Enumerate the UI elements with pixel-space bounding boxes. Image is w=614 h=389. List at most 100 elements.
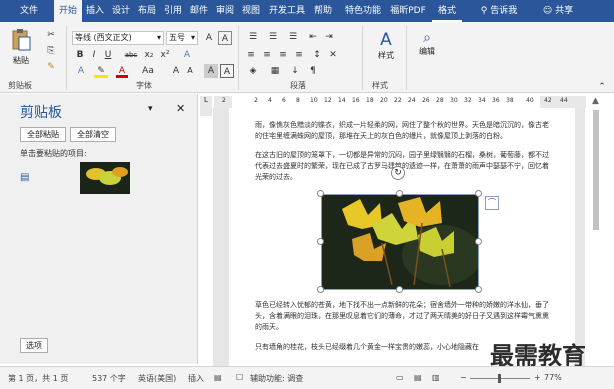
tab-home[interactable]: 开始 <box>54 0 82 22</box>
macro-icon[interactable]: ▤ <box>214 373 222 382</box>
strikethrough-button[interactable]: abc <box>122 48 140 62</box>
insert-mode[interactable]: 插入 <box>188 373 204 384</box>
italic-button[interactable]: I <box>88 48 100 62</box>
web-layout-icon[interactable]: ▥ <box>432 373 440 382</box>
clear-all-button[interactable]: 全部清空 <box>70 127 116 142</box>
align-right-icon[interactable]: ≡ <box>276 48 290 62</box>
resize-handle[interactable] <box>396 286 403 293</box>
close-icon[interactable]: ✕ <box>176 102 185 115</box>
tab-developer[interactable]: 开发工具 <box>266 0 308 22</box>
numbering-icon[interactable]: ☰ <box>264 30 282 44</box>
tab-help[interactable]: 帮助 <box>310 0 336 22</box>
rotate-handle-icon[interactable]: ↻ <box>391 166 405 180</box>
chinese-layout-icon[interactable]: ✕ <box>326 48 340 62</box>
clear-format-icon[interactable]: A <box>218 31 232 45</box>
increase-indent-icon[interactable]: ⇥ <box>322 30 336 44</box>
paste-button[interactable]: 粘贴 <box>6 28 36 74</box>
scroll-up-icon[interactable]: ▲ <box>592 96 599 106</box>
document-page[interactable]: 雨，像憔灰色黯淡的蝶衣，织成一片轻柔的网，网住了整个秋的世界。天色是暗沉沉的，像… <box>229 108 575 366</box>
paste-label: 粘贴 <box>13 56 29 65</box>
format-painter-icon[interactable]: ✎ <box>44 60 58 74</box>
zoom-slider-thumb[interactable] <box>498 374 501 383</box>
tab-references[interactable]: 引用 <box>160 0 186 22</box>
tab-foxit-pdf[interactable]: 福昕PDF <box>388 0 428 22</box>
cut-icon[interactable]: ✂ <box>44 28 58 42</box>
grow-font-icon[interactable]: A <box>202 31 216 45</box>
tab-special[interactable]: 特色功能 <box>340 0 386 22</box>
read-mode-icon[interactable]: ▭ <box>396 373 404 382</box>
zoom-out-icon[interactable]: − <box>460 373 467 382</box>
layout-options-icon[interactable]: ⌒ <box>485 196 499 210</box>
borders-icon[interactable]: ▦ <box>266 64 284 78</box>
tab-insert[interactable]: 插入 <box>82 0 108 22</box>
bold-button[interactable]: B <box>74 48 86 62</box>
sort-icon[interactable]: ↓ <box>288 64 302 78</box>
text-effects-icon[interactable]: A <box>180 48 194 62</box>
bullets-icon[interactable]: ☰ <box>244 30 262 44</box>
superscript-button[interactable]: x² <box>158 48 172 62</box>
maple-leaf-photo <box>322 195 482 289</box>
share-label: 共享 <box>555 6 574 16</box>
underline-button[interactable]: U <box>102 48 114 62</box>
tab-review[interactable]: 审阅 <box>212 0 238 22</box>
copy-icon[interactable]: ⎘ <box>44 44 58 58</box>
font-color-icon[interactable]: A <box>116 64 128 78</box>
highlight-icon[interactable]: ✎ <box>94 64 108 78</box>
resize-handle[interactable] <box>396 190 403 197</box>
decrease-indent-icon[interactable]: ⇤ <box>306 30 320 44</box>
tell-me-search[interactable]: ⚲ 告诉我 <box>474 0 524 22</box>
char-shading-icon[interactable]: A <box>204 64 218 78</box>
resize-handle[interactable] <box>475 238 482 245</box>
paste-all-button[interactable]: 全部粘贴 <box>20 127 66 142</box>
word-count[interactable]: 537 个字 <box>92 373 126 384</box>
tab-view[interactable]: 视图 <box>238 0 264 22</box>
tab-mailings[interactable]: 邮件 <box>186 0 212 22</box>
clipboard-item-image[interactable] <box>80 162 130 194</box>
language[interactable]: 英语(美国) <box>138 373 176 384</box>
zoom-in-icon[interactable]: + <box>534 373 541 382</box>
shading-icon[interactable]: ◈ <box>244 64 262 78</box>
grow-font-button[interactable]: A <box>170 64 182 78</box>
align-center-icon[interactable]: ≡ <box>260 48 274 62</box>
share-button[interactable]: ☺ 共享 <box>538 0 578 22</box>
tab-file[interactable]: 文件 <box>14 0 44 22</box>
page-count[interactable]: 第 1 页，共 1 页 <box>8 373 68 384</box>
shrink-font-button[interactable]: A <box>184 64 196 78</box>
tab-design[interactable]: 设计 <box>108 0 134 22</box>
print-layout-icon[interactable]: ▤ <box>414 373 422 382</box>
tab-selector[interactable]: L <box>200 96 212 108</box>
editing-button[interactable]: ⌕ 编辑 <box>414 30 440 74</box>
pane-options-chevron-icon[interactable]: ▾ <box>148 104 153 114</box>
accessibility-icon: ☐ <box>236 373 244 382</box>
char-border-icon[interactable]: A <box>220 64 234 78</box>
text-effects-icon[interactable]: A <box>74 64 88 78</box>
pane-hint: 单击要粘贴的项目: <box>20 149 87 158</box>
align-left-icon[interactable]: ≡ <box>244 48 258 62</box>
font-name-combo[interactable]: 等线 (西文正文) ▾ <box>72 31 164 45</box>
font-size-combo[interactable]: 五号 ▾ <box>166 31 198 45</box>
ruler-tick: 20 <box>380 97 388 104</box>
accessibility-status[interactable]: 辅助功能: 调查 <box>250 373 303 384</box>
collapse-ribbon-icon[interactable]: ⌃ <box>596 80 608 94</box>
resize-handle[interactable] <box>317 238 324 245</box>
group-font-label: 字体 <box>136 81 152 90</box>
selected-leaf-image[interactable] <box>321 194 482 290</box>
vertical-scrollbar-thumb[interactable] <box>593 110 599 230</box>
change-case-button[interactable]: Aa <box>140 64 156 78</box>
styles-button[interactable]: A 样式 <box>372 30 400 74</box>
line-spacing-icon[interactable]: ↕ <box>310 48 324 62</box>
vertical-ruler <box>200 108 212 366</box>
resize-handle[interactable] <box>317 286 324 293</box>
resize-handle[interactable] <box>475 190 482 197</box>
tab-layout[interactable]: 布局 <box>134 0 160 22</box>
clipboard-item-icon: ▤ <box>20 172 30 183</box>
justify-icon[interactable]: ≡ <box>292 48 306 62</box>
zoom-level[interactable]: 77% <box>544 373 562 382</box>
show-marks-icon[interactable]: ¶ <box>306 64 320 78</box>
resize-handle[interactable] <box>475 286 482 293</box>
options-button[interactable]: 选项 <box>20 338 48 353</box>
tab-format[interactable]: 格式 <box>432 0 462 22</box>
multilevel-list-icon[interactable]: ☰ <box>284 30 302 44</box>
subscript-button[interactable]: x₂ <box>142 48 156 62</box>
resize-handle[interactable] <box>317 190 324 197</box>
